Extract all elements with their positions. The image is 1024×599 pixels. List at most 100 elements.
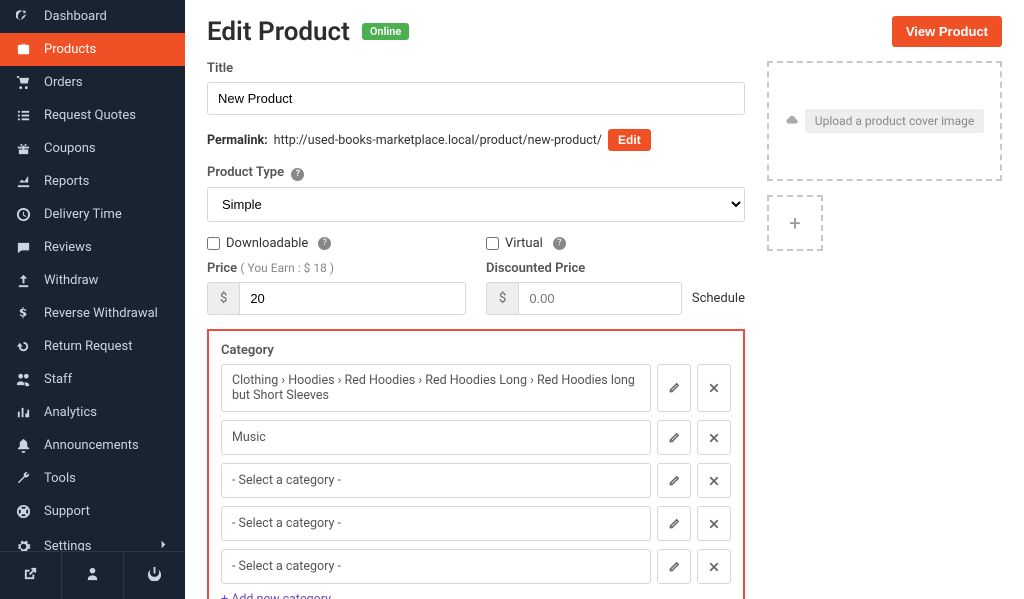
edit-category-button[interactable]	[657, 364, 691, 412]
sidebar-item-analytics[interactable]: Analytics	[0, 396, 185, 429]
external-link-button[interactable]	[0, 552, 61, 599]
category-value[interactable]: - Select a category -	[221, 506, 651, 541]
title-label: Title	[207, 61, 745, 76]
sidebar-item-products[interactable]: Products	[0, 33, 185, 66]
main-content: Edit Product Online View Product Title P…	[185, 0, 1024, 599]
chat-icon	[14, 240, 32, 255]
product-type-select[interactable]: Simple	[207, 187, 745, 222]
clock-icon	[14, 207, 32, 222]
help-icon[interactable]: ?	[318, 237, 331, 250]
add-gallery-image[interactable]: +	[767, 195, 823, 251]
sidebar-item-announcements[interactable]: Announcements	[0, 429, 185, 462]
price-input[interactable]	[239, 282, 466, 315]
discounted-price-input[interactable]	[518, 282, 682, 315]
sidebar-item-label: Announcements	[44, 438, 139, 453]
product-type-label: Product Type ?	[207, 165, 745, 181]
sidebar-item-label: Dashboard	[44, 9, 107, 24]
remove-category-button[interactable]	[697, 420, 731, 455]
sidebar-item-label: Delivery Time	[44, 207, 122, 222]
category-value[interactable]: Music	[221, 420, 651, 455]
cart-icon	[14, 75, 32, 90]
sidebar-item-reviews[interactable]: Reviews	[0, 231, 185, 264]
sidebar-item-return-request[interactable]: Return Request	[0, 330, 185, 363]
gift-icon	[14, 141, 32, 156]
category-value[interactable]: Clothing › Hoodies › Red Hoodies › Red H…	[221, 364, 651, 412]
sidebar-item-label: Orders	[44, 75, 83, 90]
sidebar-item-label: Reviews	[44, 240, 92, 255]
virtual-checkbox[interactable]	[486, 237, 499, 250]
edit-category-button[interactable]	[657, 549, 691, 584]
add-category-link[interactable]: + Add new category	[221, 592, 331, 599]
sidebar-item-settings[interactable]: Settings	[0, 528, 185, 551]
remove-category-button[interactable]	[697, 463, 731, 498]
sidebar-item-delivery-time[interactable]: Delivery Time	[0, 198, 185, 231]
sidebar-item-support[interactable]: Support	[0, 495, 185, 528]
help-icon[interactable]: ?	[553, 237, 566, 250]
users-icon	[14, 372, 32, 387]
sidebar-item-label: Reverse Withdrawal	[44, 306, 158, 321]
remove-category-button[interactable]	[697, 364, 731, 412]
gear-icon	[14, 539, 32, 551]
remove-category-button[interactable]	[697, 506, 731, 541]
chart-icon	[14, 174, 32, 189]
chevron-right-icon	[156, 537, 171, 551]
virtual-label: Virtual	[505, 236, 543, 251]
cover-image-upload[interactable]: Upload a product cover image	[767, 61, 1002, 181]
undo-icon	[14, 339, 32, 354]
category-label: Category	[221, 343, 731, 358]
list-icon	[14, 108, 32, 123]
sidebar-item-withdraw[interactable]: Withdraw	[0, 264, 185, 297]
category-section: Category Clothing › Hoodies › Red Hoodie…	[207, 329, 745, 599]
category-value[interactable]: - Select a category -	[221, 463, 651, 498]
help-icon[interactable]: ?	[291, 168, 304, 181]
remove-category-button[interactable]	[697, 549, 731, 584]
page-title: Edit Product	[207, 17, 350, 47]
edit-category-button[interactable]	[657, 506, 691, 541]
sidebar-bottom-bar	[0, 551, 185, 599]
dashboard-icon	[14, 9, 32, 24]
downloadable-label: Downloadable	[226, 236, 308, 251]
sidebar-item-reverse-withdrawal[interactable]: Reverse Withdrawal	[0, 297, 185, 330]
edit-category-button[interactable]	[657, 463, 691, 498]
lifebuoy-icon	[14, 504, 32, 519]
permalink-url: http://used-books-marketplace.local/prod…	[274, 133, 602, 148]
sidebar-item-tools[interactable]: Tools	[0, 462, 185, 495]
sidebar-item-label: Request Quotes	[44, 108, 136, 123]
sidebar-item-label: Analytics	[44, 405, 97, 420]
bell-icon	[14, 438, 32, 453]
category-value[interactable]: - Select a category -	[221, 549, 651, 584]
downloadable-checkbox[interactable]	[207, 237, 220, 250]
sidebar-item-label: Reports	[44, 174, 89, 189]
upload-icon	[14, 273, 32, 288]
sidebar-item-request-quotes[interactable]: Request Quotes	[0, 99, 185, 132]
dollar-icon	[14, 306, 32, 321]
sidebar-item-label: Settings	[44, 539, 91, 551]
sidebar-item-staff[interactable]: Staff	[0, 363, 185, 396]
sidebar-item-label: Products	[44, 42, 96, 57]
edit-permalink-button[interactable]: Edit	[608, 129, 651, 151]
currency-addon: $	[207, 282, 239, 315]
view-product-button[interactable]: View Product	[892, 16, 1002, 47]
category-row: Clothing › Hoodies › Red Hoodies › Red H…	[221, 364, 731, 412]
cloud-icon	[785, 114, 799, 128]
discounted-label: Discounted Price	[486, 261, 682, 276]
status-badge: Online	[362, 23, 410, 40]
briefcase-icon	[14, 42, 32, 57]
title-input[interactable]	[207, 82, 745, 115]
sidebar-item-label: Tools	[44, 471, 76, 486]
sidebar-item-reports[interactable]: Reports	[0, 165, 185, 198]
wrench-icon	[14, 471, 32, 486]
sidebar-item-orders[interactable]: Orders	[0, 66, 185, 99]
sidebar-item-label: Support	[44, 504, 90, 519]
edit-category-button[interactable]	[657, 420, 691, 455]
power-button[interactable]	[123, 552, 185, 599]
category-row: Music	[221, 420, 731, 455]
sidebar-item-label: Staff	[44, 372, 72, 387]
schedule-link[interactable]: Schedule	[692, 261, 745, 315]
sidebar-item-label: Return Request	[44, 339, 132, 354]
currency-addon: $	[486, 282, 518, 315]
sidebar-item-dashboard[interactable]: Dashboard	[0, 0, 185, 33]
sidebar-item-coupons[interactable]: Coupons	[0, 132, 185, 165]
profile-button[interactable]	[61, 552, 123, 599]
category-row: - Select a category -	[221, 463, 731, 498]
